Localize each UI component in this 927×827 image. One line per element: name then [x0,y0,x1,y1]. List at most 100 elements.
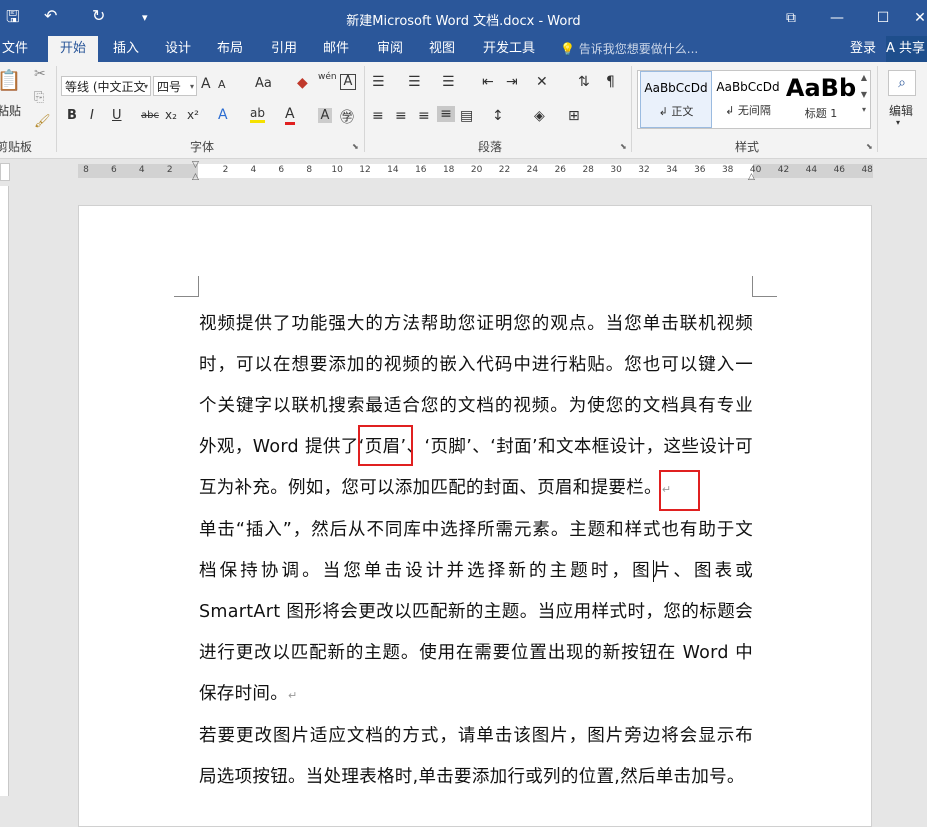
align-right-icon[interactable]: ≡ [418,108,430,124]
ruler-tick-label: 46 [833,165,846,175]
margin-corner-top-left [174,276,199,297]
sort-icon[interactable]: ⇅ [578,74,590,90]
ruler-tick-label: 8 [306,165,313,175]
tab-references[interactable]: 引用 [264,36,304,62]
hanging-indent-marker[interactable]: △ [192,172,199,182]
highlight-icon[interactable]: ab [250,106,265,123]
ruler-tick-label: 34 [666,165,678,175]
close-button[interactable]: ✕ [905,6,927,30]
align-center-icon[interactable]: ≡ [395,108,407,124]
editing-button[interactable]: 编辑 [886,102,916,119]
font-name-combo[interactable]: 等线 (中文正文 ▾ [61,76,151,96]
tab-mailings[interactable]: 邮件 [316,36,356,62]
ruler-tick-label: 30 [610,165,622,175]
paragraph-dialog-launcher-icon[interactable]: ⬊ [620,142,627,151]
paragraph-2[interactable]: 单击“插入”，然后从不同库中选择所需元素。主题和样式也有助于文 档保持协调。当您… [199,510,753,716]
subscript-button[interactable]: x₂ [165,108,177,122]
tab-selector[interactable] [0,163,10,181]
tab-home[interactable]: 开始 [48,36,98,62]
document-page[interactable]: 视频提供了功能强大的方法帮助您证明您的观点。当您单击联机视频 时，可以在想要添加… [78,205,872,827]
clipboard-group-label: 剪贴板 [0,140,33,154]
increase-indent-icon[interactable]: ⇥ [506,74,518,90]
highlight-box-header [358,425,413,466]
shrink-font-icon[interactable]: A [218,78,226,91]
font-dialog-launcher-icon[interactable]: ⬊ [352,142,359,151]
multilevel-list-icon[interactable]: ☰ [442,74,455,90]
distributed-icon[interactable]: ▤ [460,108,473,124]
ruler-tick-label: 14 [387,165,399,175]
show-marks-icon[interactable]: ¶ [606,74,615,90]
ruler-tick-label: 2 [222,165,229,175]
font-color-icon[interactable]: A [285,106,295,125]
find-icon[interactable]: ⌕ [888,70,916,96]
ruler-tick-label: 4 [250,165,257,175]
ribbon-display-icon[interactable]: ⧉ [776,6,806,30]
tab-insert[interactable]: 插入 [106,36,146,62]
minimize-button[interactable]: — [822,6,852,30]
ruler-tick-label: 12 [359,165,371,175]
line-spacing-icon[interactable]: ↕ [492,108,504,124]
ruler-tick-label: 8 [83,165,89,175]
maximize-button[interactable]: ☐ [868,6,898,30]
shading-icon[interactable]: ◈ [534,108,545,124]
tab-layout[interactable]: 布局 [210,36,250,62]
styles-scroll[interactable]: ▲ ▼ ▾ [858,70,871,129]
grow-font-icon[interactable]: A [201,76,211,92]
styles-dialog-launcher-icon[interactable]: ⬊ [866,142,873,151]
document-body[interactable]: 视频提供了功能强大的方法帮助您证明您的观点。当您单击联机视频 时，可以在想要添加… [199,304,753,798]
copy-icon[interactable]: ⎘ [34,90,44,105]
font-size-combo[interactable]: 四号 ▾ [153,76,197,96]
format-painter-icon[interactable]: 🖌 [34,114,51,129]
ruler-tick-label: 6 [111,165,117,175]
first-line-indent-marker[interactable]: ▽ [192,160,199,170]
enclose-characters-icon[interactable]: ㊫ [340,107,354,127]
text-line: SmartArt 图形将会更改以匹配新的主题。当应用样式时，您的标题会 [199,602,753,622]
style-name: 标题 1 [804,107,838,120]
login-link[interactable]: 登录 [850,36,876,62]
bullets-icon[interactable]: ☰ [372,74,385,90]
paste-button[interactable]: 粘贴 [0,102,22,119]
style-no-spacing[interactable]: AaBbCcDd ↲ 无间隔 [712,71,784,128]
justify-icon[interactable]: ≡ [437,106,455,122]
tell-me-search[interactable]: 💡 告诉我您想要做什么... [560,36,698,62]
change-case-icon[interactable]: Aa [255,76,272,91]
numbering-icon[interactable]: ☰ [408,74,421,90]
cut-icon[interactable]: ✂ [34,66,46,82]
strikethrough-button[interactable]: abc [141,110,159,121]
right-indent-marker[interactable]: △ [748,172,755,182]
style-heading-1[interactable]: AaBb 标题 1 [784,71,858,128]
ruler-tick-label: 20 [470,165,483,175]
share-button[interactable]: A 共享 [886,36,927,62]
paste-icon[interactable]: 📋 [0,68,22,94]
align-left-icon[interactable]: ≡ [372,108,384,124]
chinese-layout-icon[interactable]: ✕ [536,74,548,90]
tab-review[interactable]: 审阅 [370,36,410,62]
text-line: 档保持协调。当您单击设计并选择新的主题时，图片、图表或 [199,561,753,581]
borders-icon[interactable]: ⊞ [568,108,580,124]
tab-file[interactable]: 文件 [0,36,30,62]
italic-button[interactable]: I [90,108,94,123]
vertical-ruler[interactable] [0,186,9,796]
font-group-label: 字体 [190,140,215,154]
ruler-tick-label: 10 [331,165,343,175]
character-shading-icon[interactable]: A [318,108,332,123]
tab-design[interactable]: 设计 [158,36,198,62]
superscript-button[interactable]: x² [187,108,199,122]
tab-developer[interactable]: 开发工具 [478,36,540,62]
more-styles-icon[interactable]: ▾ [858,105,870,114]
character-border-icon[interactable]: A [340,74,356,90]
text-effects-icon[interactable]: A [218,107,228,123]
divider [364,66,365,152]
phonetic-guide-icon[interactable]: wén [318,72,337,82]
decrease-indent-icon[interactable]: ⇤ [482,74,494,90]
scroll-up-icon[interactable]: ▲ [858,73,870,82]
tab-view[interactable]: 视图 [422,36,462,62]
ribbon-tabs: 文件 开始 插入 设计 布局 引用 邮件 审阅 视图 开发工具 💡 告诉我您想要… [0,36,927,62]
bold-button[interactable]: B [67,108,77,123]
paragraph-3[interactable]: 若要更改图片适应文档的方式，请单击该图片，图片旁边将会显示布 局选项按钮。当处理… [199,716,753,798]
text-cursor [653,560,654,582]
clear-format-icon[interactable]: ◆ [297,75,308,91]
underline-button[interactable]: U [112,108,122,123]
style-normal[interactable]: AaBbCcDd ↲ 正文 [640,71,712,128]
scroll-down-icon[interactable]: ▼ [858,90,870,99]
